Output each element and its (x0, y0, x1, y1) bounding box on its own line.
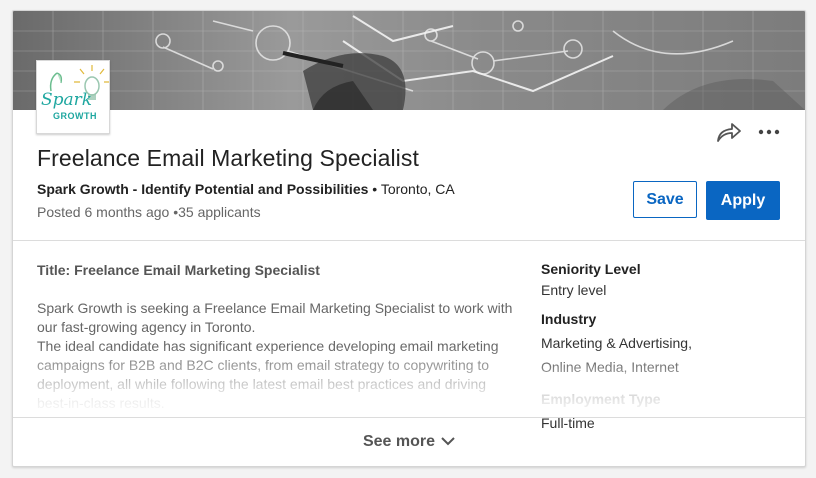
share-arrow-icon (717, 123, 741, 142)
more-options-button[interactable] (757, 123, 781, 141)
share-button[interactable] (716, 121, 742, 143)
job-location: • Toronto, CA (372, 181, 455, 197)
spark-growth-logo-icon: Spark GROWTH (37, 61, 109, 133)
job-title: Freelance Email Marketing Specialist (37, 145, 419, 171)
svg-text:GROWTH: GROWTH (53, 111, 97, 121)
seniority-label: Seniority Level (541, 261, 641, 277)
chevron-down-icon (441, 433, 455, 451)
job-description: Title: Freelance Email Marketing Special… (37, 261, 517, 413)
header-divider (13, 240, 805, 241)
industry-label: Industry (541, 311, 597, 327)
description-paragraph: The ideal candidate has significant expe… (37, 338, 499, 411)
save-button[interactable]: Save (633, 181, 697, 218)
more-dots-icon (758, 129, 780, 135)
company-line: Spark Growth - Identify Potential and Po… (37, 181, 455, 197)
description-heading: Title: Freelance Email Marketing Special… (37, 262, 320, 278)
company-logo[interactable]: Spark GROWTH (36, 60, 110, 134)
cover-banner (13, 11, 805, 110)
posted-meta: Posted 6 months ago •35 applicants (37, 204, 261, 220)
job-card: Spark GROWTH Freelance Email Marketing S… (12, 10, 806, 467)
company-name-link[interactable]: Spark Growth - Identify Potential and Po… (37, 181, 368, 197)
seniority-value: Entry level (541, 282, 607, 298)
description-paragraph: Spark Growth is seeking a Freelance Emai… (37, 300, 513, 335)
employment-label: Employment Type (541, 391, 661, 407)
see-more-label: See more (362, 433, 436, 450)
banner-image (13, 11, 805, 110)
industry-value: Online Media, Internet (541, 359, 679, 375)
apply-button[interactable]: Apply (706, 181, 780, 220)
svg-text:Spark: Spark (41, 90, 92, 110)
see-more-button[interactable]: See more (13, 418, 805, 466)
industry-value: Marketing & Advertising, (541, 335, 692, 351)
industry-criterion: Industry Marketing & Advertising, Online… (541, 311, 771, 379)
seniority-criterion: Seniority Level Entry level (541, 261, 771, 299)
